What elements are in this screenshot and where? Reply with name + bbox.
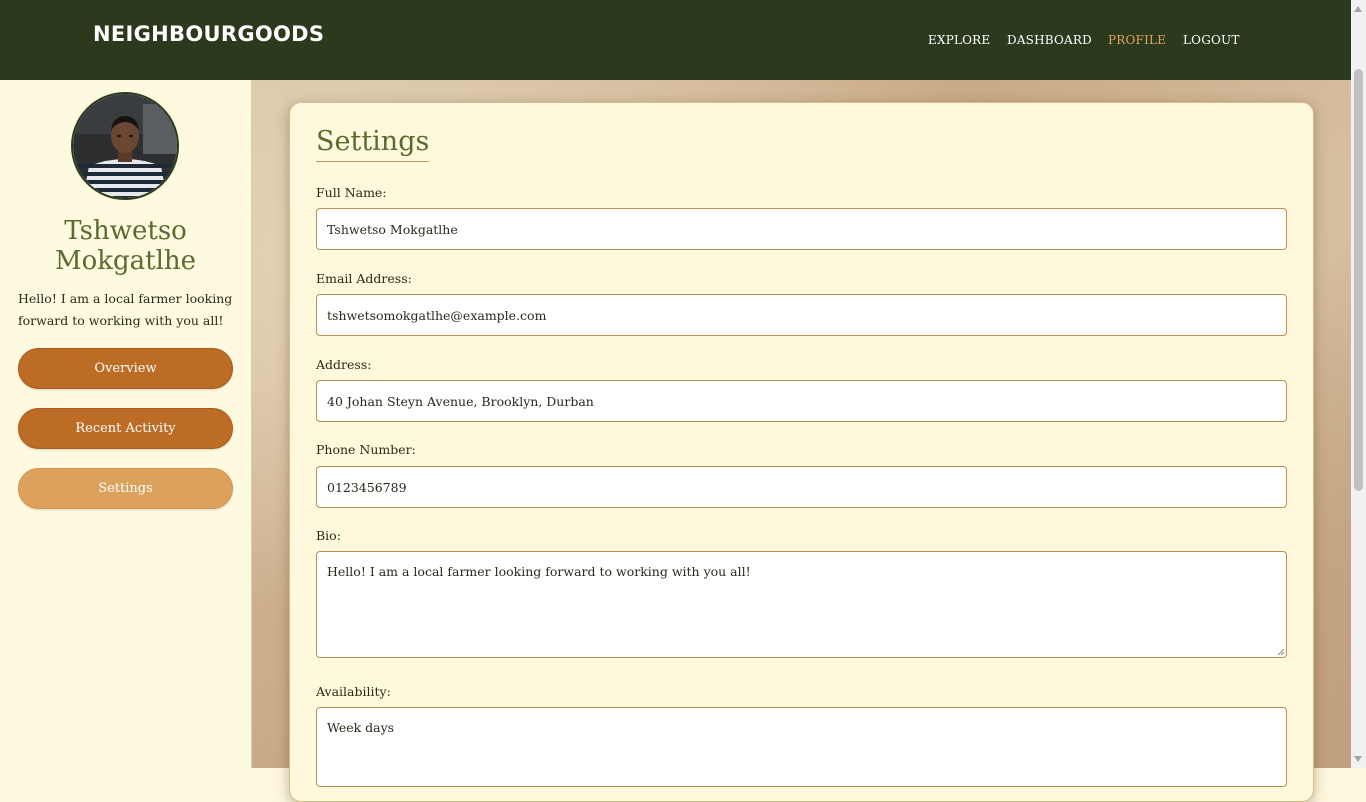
full-name-label: Full Name: — [316, 185, 387, 200]
availability-text: Week days — [327, 720, 395, 735]
scroll-up-icon[interactable] — [1354, 6, 1362, 12]
resize-handle-icon[interactable] — [1277, 648, 1285, 656]
full-name-input[interactable]: Tshwetso Mokgatlhe — [316, 208, 1287, 250]
availability-textarea[interactable]: Week days — [316, 707, 1287, 787]
user-avatar-icon — [73, 94, 177, 198]
settings-card — [289, 102, 1314, 802]
availability-label: Availability: — [316, 684, 391, 699]
address-label: Address: — [316, 357, 372, 372]
recent-activity-button[interactable]: Recent Activity — [18, 408, 233, 449]
phone-input[interactable]: 0123456789 — [316, 466, 1287, 508]
settings-button[interactable]: Settings — [18, 468, 233, 509]
address-input[interactable]: 40 Johan Steyn Avenue, Brooklyn, Durban — [316, 380, 1287, 422]
nav-dashboard[interactable]: DASHBOARD — [1007, 33, 1092, 47]
top-navbar: NEIGHBOURGOODS EXPLORE DASHBOARD PROFILE… — [0, 0, 1351, 80]
scroll-down-icon[interactable] — [1354, 756, 1362, 762]
profile-sidebar: Tshwetso Mokgatlhe Hello! I am a local f… — [0, 80, 252, 768]
page-scrollbar[interactable] — [1351, 0, 1366, 768]
nav-profile[interactable]: PROFILE — [1108, 33, 1166, 47]
page-title: Settings — [316, 126, 430, 162]
avatar — [71, 92, 179, 200]
overview-button[interactable]: Overview — [18, 348, 233, 389]
bio-textarea[interactable]: Hello! I am a local farmer looking forwa… — [316, 551, 1287, 658]
email-label: Email Address: — [316, 271, 412, 286]
nav-explore[interactable]: EXPLORE — [928, 33, 990, 47]
phone-label: Phone Number: — [316, 442, 416, 457]
profile-name: Tshwetso Mokgatlhe — [54, 216, 197, 276]
brand-logo[interactable]: NEIGHBOURGOODS — [93, 22, 324, 46]
nav-logout[interactable]: LOGOUT — [1183, 33, 1240, 47]
bio-text: Hello! I am a local farmer looking forwa… — [327, 564, 751, 579]
bio-label: Bio: — [316, 528, 341, 543]
profile-bio: Hello! I am a local farmer looking forwa… — [18, 291, 233, 328]
email-input[interactable]: tshwetsomokgatlhe@example.com — [316, 294, 1287, 336]
scroll-thumb[interactable] — [1354, 69, 1363, 491]
